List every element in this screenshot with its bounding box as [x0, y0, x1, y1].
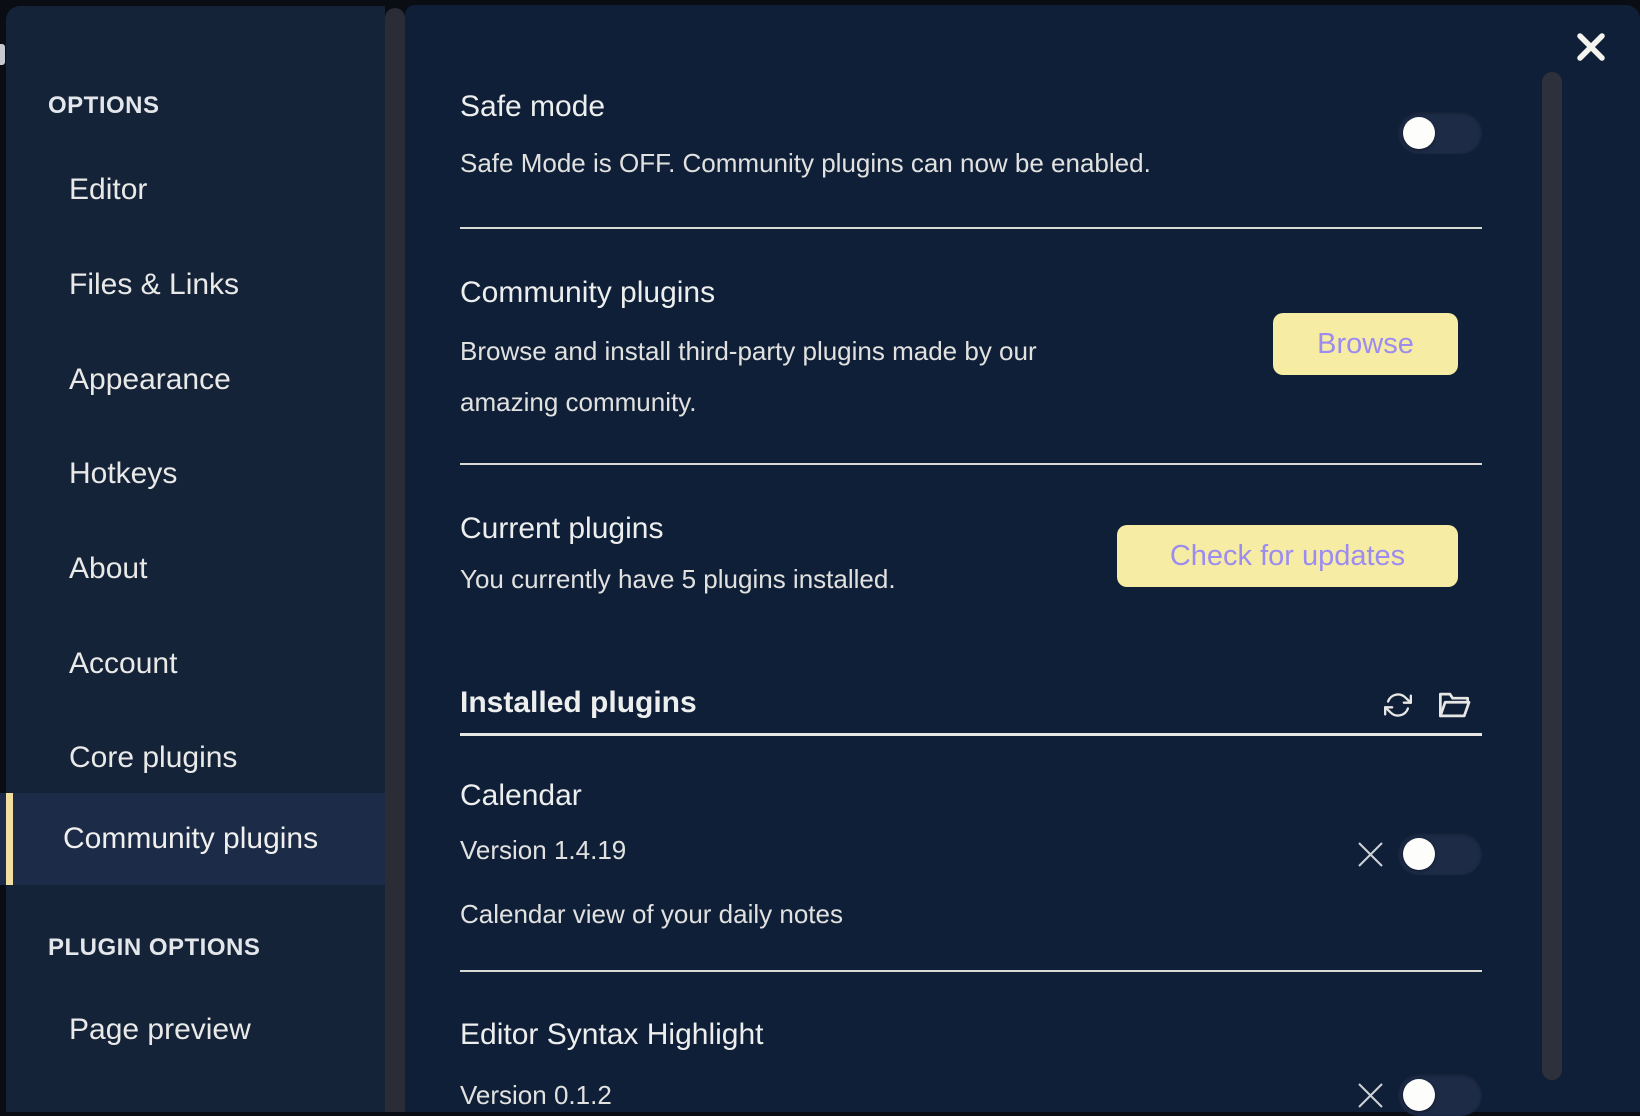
uninstall-x-icon[interactable] — [1357, 841, 1384, 868]
sidebar-item-appearance[interactable]: Appearance — [69, 360, 231, 400]
community-plugins-title: Community plugins — [460, 274, 715, 312]
plugin-name: Editor Syntax Highlight — [460, 1016, 764, 1054]
sidebar-item-core-plugins[interactable]: Core plugins — [69, 738, 237, 778]
sync-icon[interactable] — [1384, 691, 1412, 719]
selected-item-accent-bar — [6, 793, 13, 885]
toggle-knob — [1403, 838, 1435, 870]
sidebar-item-files-links[interactable]: Files & Links — [69, 265, 239, 305]
community-plugins-description: Browse and install third-party plugins m… — [460, 326, 1120, 428]
toggle-knob — [1403, 1079, 1435, 1111]
background-window-sliver — [0, 44, 5, 65]
close-icon[interactable] — [1576, 32, 1606, 62]
uninstall-x-icon[interactable] — [1357, 1082, 1384, 1109]
safe-mode-toggle[interactable] — [1398, 112, 1482, 154]
sidebar-section-plugin-options: PLUGIN OPTIONS — [48, 933, 260, 963]
plugin-name: Calendar — [460, 777, 582, 815]
safe-mode-description: Safe Mode is OFF. Community plugins can … — [460, 146, 1151, 180]
sidebar-item-page-preview[interactable]: Page preview — [69, 1010, 251, 1050]
browse-button[interactable]: Browse — [1273, 313, 1458, 375]
panel-divider — [385, 8, 405, 1112]
sidebar-item-account[interactable]: Account — [69, 644, 177, 684]
plugin-toggle[interactable] — [1398, 1074, 1482, 1116]
current-plugins-description: You currently have 5 plugins installed. — [460, 562, 896, 596]
plugin-description: Calendar view of your daily notes — [460, 897, 843, 931]
section-divider — [460, 463, 1482, 465]
sidebar-item-community-plugins[interactable]: Community plugins — [0, 793, 385, 885]
plugin-toggle[interactable] — [1398, 833, 1482, 875]
plugin-version: Version 0.1.2 — [460, 1078, 612, 1112]
installed-plugins-title: Installed plugins — [460, 684, 697, 722]
sidebar-item-about[interactable]: About — [69, 549, 147, 589]
sidebar-item-hotkeys[interactable]: Hotkeys — [69, 454, 177, 494]
installed-plugins-divider — [460, 733, 1482, 736]
section-divider — [460, 970, 1482, 972]
folder-icon[interactable] — [1437, 690, 1471, 720]
plugin-version: Version 1.4.19 — [460, 833, 626, 867]
current-plugins-title: Current plugins — [460, 510, 663, 548]
section-divider — [460, 227, 1482, 229]
sidebar-item-editor[interactable]: Editor — [69, 170, 147, 210]
check-for-updates-button[interactable]: Check for updates — [1117, 525, 1458, 587]
sidebar-item-label: Community plugins — [63, 819, 318, 859]
safe-mode-title: Safe mode — [460, 88, 605, 126]
scrollbar-thumb[interactable] — [1542, 72, 1562, 1080]
toggle-knob — [1403, 117, 1435, 149]
sidebar-section-options: OPTIONS — [48, 91, 160, 121]
settings-sidebar: OPTIONS Editor Files & Links Appearance … — [6, 6, 385, 1112]
